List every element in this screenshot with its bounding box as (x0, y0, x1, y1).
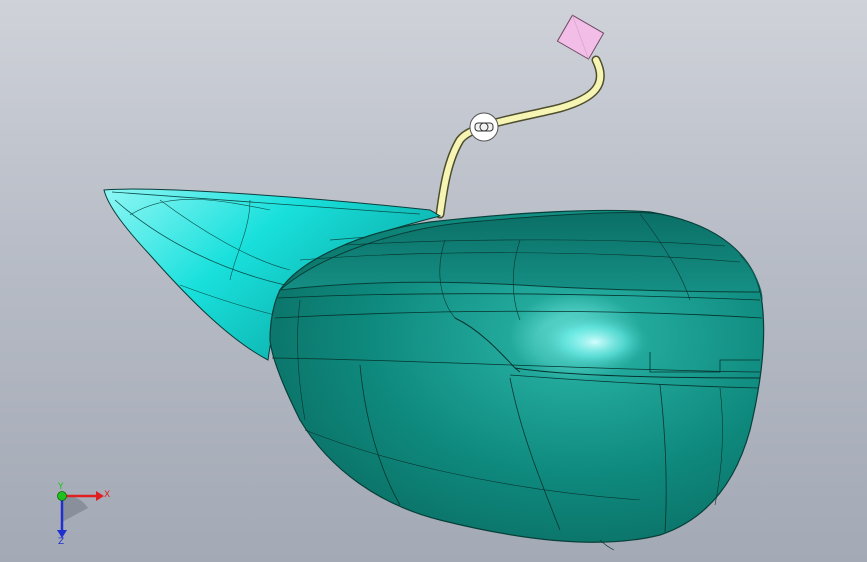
cable (437, 57, 604, 217)
y-axis-dot (57, 491, 67, 501)
triad-shadow (62, 495, 88, 522)
3d-model-viewport[interactable]: X Y Z (0, 0, 867, 562)
z-axis-label: Z (58, 537, 64, 547)
mirror-housing-model[interactable] (0, 0, 867, 562)
x-axis-arrow (96, 491, 104, 501)
y-axis-label: Y (57, 482, 64, 492)
x-axis-label: X (104, 490, 110, 500)
connector (556, 14, 605, 60)
coordinate-triad: X Y Z (57, 482, 110, 547)
